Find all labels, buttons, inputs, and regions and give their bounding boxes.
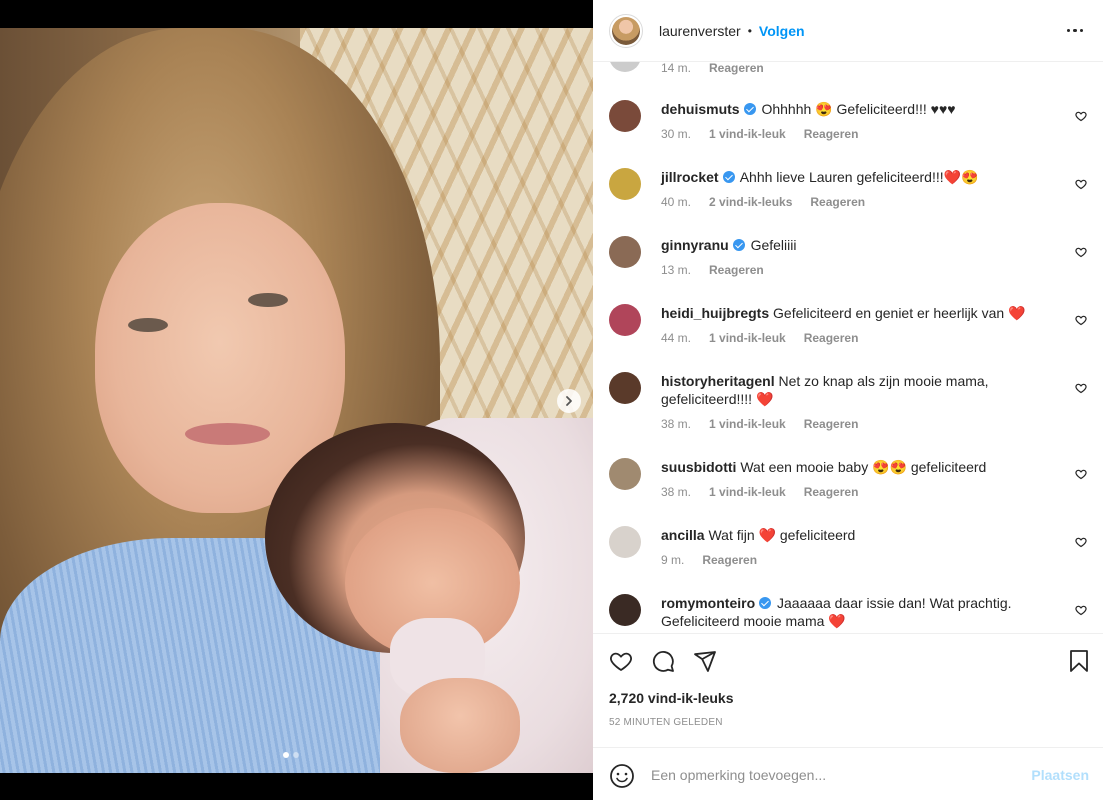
comment-like-count[interactable]: 2 vind-ik-leuks: [709, 195, 792, 209]
post-sidebar: laurenverster • Volgen 14 m. Reageren de…: [593, 0, 1103, 800]
comment-like-heart-icon[interactable]: [1075, 246, 1087, 258]
comment-input[interactable]: [651, 762, 1011, 788]
comment-like-heart-icon[interactable]: [1075, 110, 1087, 122]
comment-text: Wat fijn ❤️ gefeliciteerd: [708, 527, 856, 543]
verified-icon: [722, 171, 735, 183]
comment-icon[interactable]: [651, 649, 675, 673]
commenter-avatar[interactable]: [609, 100, 641, 132]
commenter-avatar[interactable]: [609, 62, 641, 72]
commenter-username[interactable]: dehuismuts: [661, 101, 740, 117]
author-avatar[interactable]: [609, 13, 643, 48]
carousel-dot: [293, 752, 299, 758]
commenter-username[interactable]: heidi_huijbregts: [661, 305, 769, 321]
commenter-avatar[interactable]: [609, 594, 641, 626]
commenter-username[interactable]: romymonteiro: [661, 595, 755, 611]
comment-like-count[interactable]: 1 vind-ik-leuk: [709, 331, 786, 345]
post-media: [0, 0, 593, 800]
comment-like-count[interactable]: 1 vind-ik-leuk: [709, 417, 786, 431]
comment-like-heart-icon[interactable]: [1075, 604, 1087, 616]
comment-like-heart-icon[interactable]: [1075, 536, 1087, 548]
commenter-username[interactable]: jillrocket: [661, 169, 719, 185]
post-comment-button[interactable]: Plaatsen: [1031, 767, 1089, 783]
carousel-dot: [283, 752, 289, 758]
reply-button[interactable]: Reageren: [702, 553, 757, 567]
comments-list[interactable]: 14 m. Reageren dehuismuts Ohhhhh 😍 Gefel…: [593, 62, 1103, 634]
reply-button[interactable]: Reageren: [709, 263, 764, 277]
commenter-avatar[interactable]: [609, 458, 641, 490]
bookmark-icon[interactable]: [1067, 649, 1091, 673]
commenter-username[interactable]: ginnyranu: [661, 237, 729, 253]
comment-time: 9 m.: [661, 553, 685, 567]
commenter-username[interactable]: ancilla: [661, 527, 705, 543]
author-username[interactable]: laurenverster: [659, 23, 741, 39]
reply-button[interactable]: Reageren: [804, 417, 859, 431]
reply-button[interactable]: Reageren: [804, 485, 859, 499]
carousel-indicator: [283, 752, 299, 758]
header-separator: •: [747, 23, 752, 38]
comment-text: Wat een mooie baby 😍😍 gefeliciteerd: [740, 459, 987, 475]
heart-icon[interactable]: [609, 649, 633, 673]
comment-like-heart-icon[interactable]: [1075, 382, 1087, 394]
reply-button[interactable]: Reageren: [810, 195, 865, 209]
comment-time: 40 m.: [661, 195, 692, 209]
comment-text: Gefeliiii: [750, 237, 797, 253]
comment-text: Gefeliciteerd en geniet er heerlijk van …: [773, 305, 1026, 321]
commenter-avatar[interactable]: [609, 304, 641, 336]
comment-time: 44 m.: [661, 331, 692, 345]
comment-time: 14 m.: [661, 62, 692, 75]
more-options-icon[interactable]: [1063, 19, 1087, 43]
verified-icon: [743, 103, 756, 115]
commenter-avatar[interactable]: [609, 372, 641, 404]
follow-button[interactable]: Volgen: [759, 23, 805, 39]
comment-time: 38 m.: [661, 417, 692, 431]
comment-like-heart-icon[interactable]: [1075, 178, 1087, 190]
comment-like-count[interactable]: 1 vind-ik-leuk: [709, 127, 786, 141]
carousel-next-button[interactable]: [557, 389, 581, 413]
post-photo[interactable]: [0, 28, 593, 773]
commenter-username[interactable]: suusbidotti: [661, 459, 736, 475]
comment-time: 30 m.: [661, 127, 692, 141]
comment-time: 13 m.: [661, 263, 692, 277]
commenter-avatar[interactable]: [609, 526, 641, 558]
reply-button[interactable]: Reageren: [709, 62, 764, 75]
reply-button[interactable]: Reageren: [804, 127, 859, 141]
verified-icon: [732, 239, 745, 251]
emoji-picker-icon[interactable]: [609, 763, 635, 789]
comment-like-heart-icon[interactable]: [1075, 468, 1087, 480]
like-count[interactable]: 2,720 vind-ik-leuks: [609, 690, 734, 706]
commenter-avatar[interactable]: [609, 236, 641, 268]
post-actions: [593, 635, 1103, 687]
share-icon[interactable]: [693, 649, 717, 673]
chevron-right-icon: [566, 396, 572, 406]
add-comment-bar: Plaatsen: [593, 747, 1103, 800]
comment-text: Ahhh lieve Lauren gefeliciteerd!!!❤️😍: [739, 169, 979, 185]
comment-like-count[interactable]: 1 vind-ik-leuk: [709, 485, 786, 499]
post-timestamp[interactable]: 52 MINUTEN GELEDEN: [609, 717, 723, 728]
commenter-username[interactable]: historyheritagenl: [661, 373, 775, 389]
verified-icon: [759, 597, 772, 609]
post-header: laurenverster • Volgen: [593, 0, 1103, 62]
comment-like-heart-icon[interactable]: [1075, 314, 1087, 326]
comment-time: 38 m.: [661, 485, 692, 499]
commenter-avatar[interactable]: [609, 168, 641, 200]
comment-text: Ohhhhh 😍 Gefeliciteerd!!! ♥♥♥: [761, 101, 956, 117]
reply-button[interactable]: Reageren: [804, 331, 859, 345]
